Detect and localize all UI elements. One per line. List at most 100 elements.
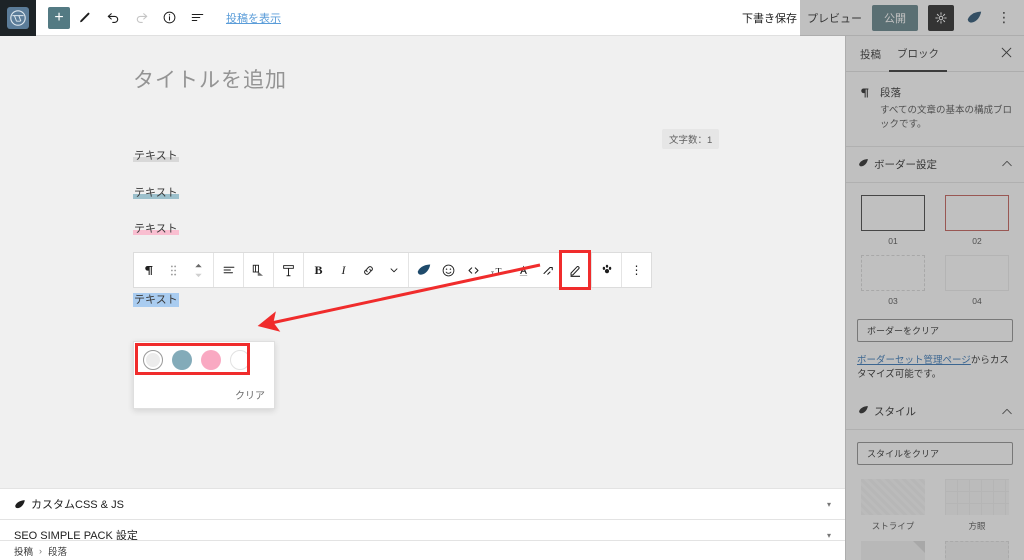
border-preset-01[interactable]: 01 [857,194,929,246]
breadcrumb: 投稿 › 段落 [0,540,845,560]
inline-code-icon[interactable] [461,255,486,285]
border-preset-04[interactable]: 04 [941,254,1013,306]
chevron-up-icon[interactable] [1002,159,1012,169]
breadcrumb-item-paragraph[interactable]: 段落 [48,544,67,558]
font-size-icon[interactable]: тT [486,255,511,285]
sidebar-tabs: 投稿 ブロック [846,36,1024,72]
block-description: すべての文章の基本の構成ブロックです。 [880,105,1012,130]
border-section-body: 01 02 03 04 ボーダーをクリア ボーダーセット管理ページからカスタマイ… [846,183,1024,395]
swatch-teal[interactable] [172,350,192,370]
style-section-body: スタイルをクリア ストライプ 方眼 角に折り目 スティッチ [846,430,1024,560]
section-header-style[interactable]: スタイル [846,394,1024,431]
undo-arrow-icon[interactable] [100,5,126,31]
paragraph-block-1[interactable]: テキスト [133,149,179,163]
redo-arrow-icon[interactable] [128,5,154,31]
more-rich-text-chevron-icon[interactable] [381,255,406,285]
style-preset-stripe[interactable]: ストライプ [857,479,929,532]
tab-block[interactable]: ブロック [889,36,947,72]
editor-canvas: タイトルを追加 文字数：1 テキスト テキスト テキスト テキスト B I т … [0,36,845,488]
style-preset-label: 方眼 [968,521,986,532]
swell-blob-icon [858,405,869,418]
gear-icon[interactable] [928,4,954,31]
bold-icon[interactable]: B [306,255,331,285]
section-title-wrap: スタイル [858,404,916,419]
border-set-management-link[interactable]: ボーダーセット管理ページ [857,355,971,366]
style-preset-grid: ストライプ 方眼 角に折り目 スティッチ [857,479,1013,560]
swatch-pink[interactable] [201,350,221,370]
clear-border-button[interactable]: ボーダーをクリア [857,318,1013,342]
paragraph-block-type-icon[interactable] [136,255,161,285]
style-preset-fold[interactable]: 角に折り目 [857,541,929,560]
swatch-white[interactable] [230,350,250,370]
border-preview [945,254,1009,291]
wordpress-logo-button[interactable] [0,0,36,36]
marker-pen-icon[interactable] [559,250,591,290]
swell-blob-icon [14,499,26,510]
breadcrumb-item-post[interactable]: 投稿 [14,544,33,558]
view-post-link[interactable]: 投稿を表示 [226,10,281,26]
style-preset-grid[interactable]: 方眼 [941,479,1013,532]
plugin-icon[interactable] [594,255,619,285]
svg-text:T: T [496,266,502,277]
border-preview [861,194,925,231]
section-header-border[interactable]: ボーダー設定 [846,147,1024,183]
editor-top-bar: + 投稿を表示 下書き保存 プレビュー 公開 ⋮ [0,0,1024,36]
add-block-button[interactable]: + [48,6,70,29]
paragraph-text: テキスト [133,293,179,307]
section-title-wrap: ボーダー設定 [858,157,937,172]
svg-text:т: т [491,269,494,276]
keyboard-input-icon[interactable] [536,255,561,285]
sidebar-block-info: 段落 すべての文章の基本の構成ブロックです。 [846,72,1024,147]
chevron-up-icon[interactable] [1002,407,1012,417]
drag-handle-icon[interactable] [161,255,186,285]
pencil-icon[interactable] [72,5,98,31]
character-count-badge: 文字数：1 [662,129,720,149]
section-title: ボーダー設定 [874,158,937,171]
toolbar-group-text-tool [274,253,304,287]
save-draft-button[interactable]: 下書き保存 [742,10,797,26]
transform-block-icon[interactable] [246,255,271,285]
style-preview [945,541,1009,560]
link-icon[interactable] [356,255,381,285]
chevron-down-icon[interactable]: ▾ [827,500,831,509]
paragraph-text: テキスト [133,187,179,200]
text-color-icon[interactable] [511,255,536,285]
border-preset-label: 04 [972,295,982,306]
three-dots-vertical-icon[interactable]: ⋮ [994,9,1014,26]
paragraph-block-3[interactable]: テキスト [133,222,179,236]
paragraph-text: テキスト [133,223,179,236]
paragraph-block-4-selected[interactable]: テキスト [133,293,179,307]
post-title-input[interactable]: タイトルを追加 [133,64,287,94]
align-text-icon[interactable] [216,255,241,285]
info-circle-icon[interactable] [156,5,182,31]
tab-post[interactable]: 投稿 [852,37,889,71]
paragraph-icon [858,85,871,132]
chevron-down-icon[interactable]: ▾ [827,531,831,540]
clear-color-button[interactable]: クリア [235,387,265,402]
section-title: スタイル [874,406,916,419]
swatch-gray-selected[interactable] [143,350,163,370]
border-preview [861,254,925,291]
style-preset-stitch[interactable]: スティッチ [941,541,1013,560]
wordpress-logo-icon [7,6,29,29]
panel-custom-css-js[interactable]: カスタムCSS & JS ▾ [0,488,845,519]
clear-style-button[interactable]: スタイルをクリア [857,442,1013,466]
border-preset-02[interactable]: 02 [941,194,1013,246]
toolbar-group-swell-format: тT [409,250,592,290]
paragraph-block-2[interactable]: テキスト [133,186,179,200]
swell-blob-icon[interactable] [411,255,436,285]
close-x-icon[interactable] [1001,47,1018,61]
toolbar-group-options: ⋮ [622,253,651,287]
emoji-icon[interactable] [436,255,461,285]
toolbar-group-plugin [592,253,622,287]
border-preset-03[interactable]: 03 [857,254,929,306]
italic-icon[interactable]: I [331,255,356,285]
style-preview [945,479,1009,516]
list-view-icon[interactable] [184,5,210,31]
block-options-icon[interactable]: ⋮ [624,255,649,285]
swell-blob-icon[interactable] [964,7,984,29]
preview-button[interactable]: プレビュー [807,10,862,26]
publish-button[interactable]: 公開 [872,4,918,31]
move-up-down-icon[interactable] [186,255,211,285]
text-tool-icon[interactable] [276,255,301,285]
